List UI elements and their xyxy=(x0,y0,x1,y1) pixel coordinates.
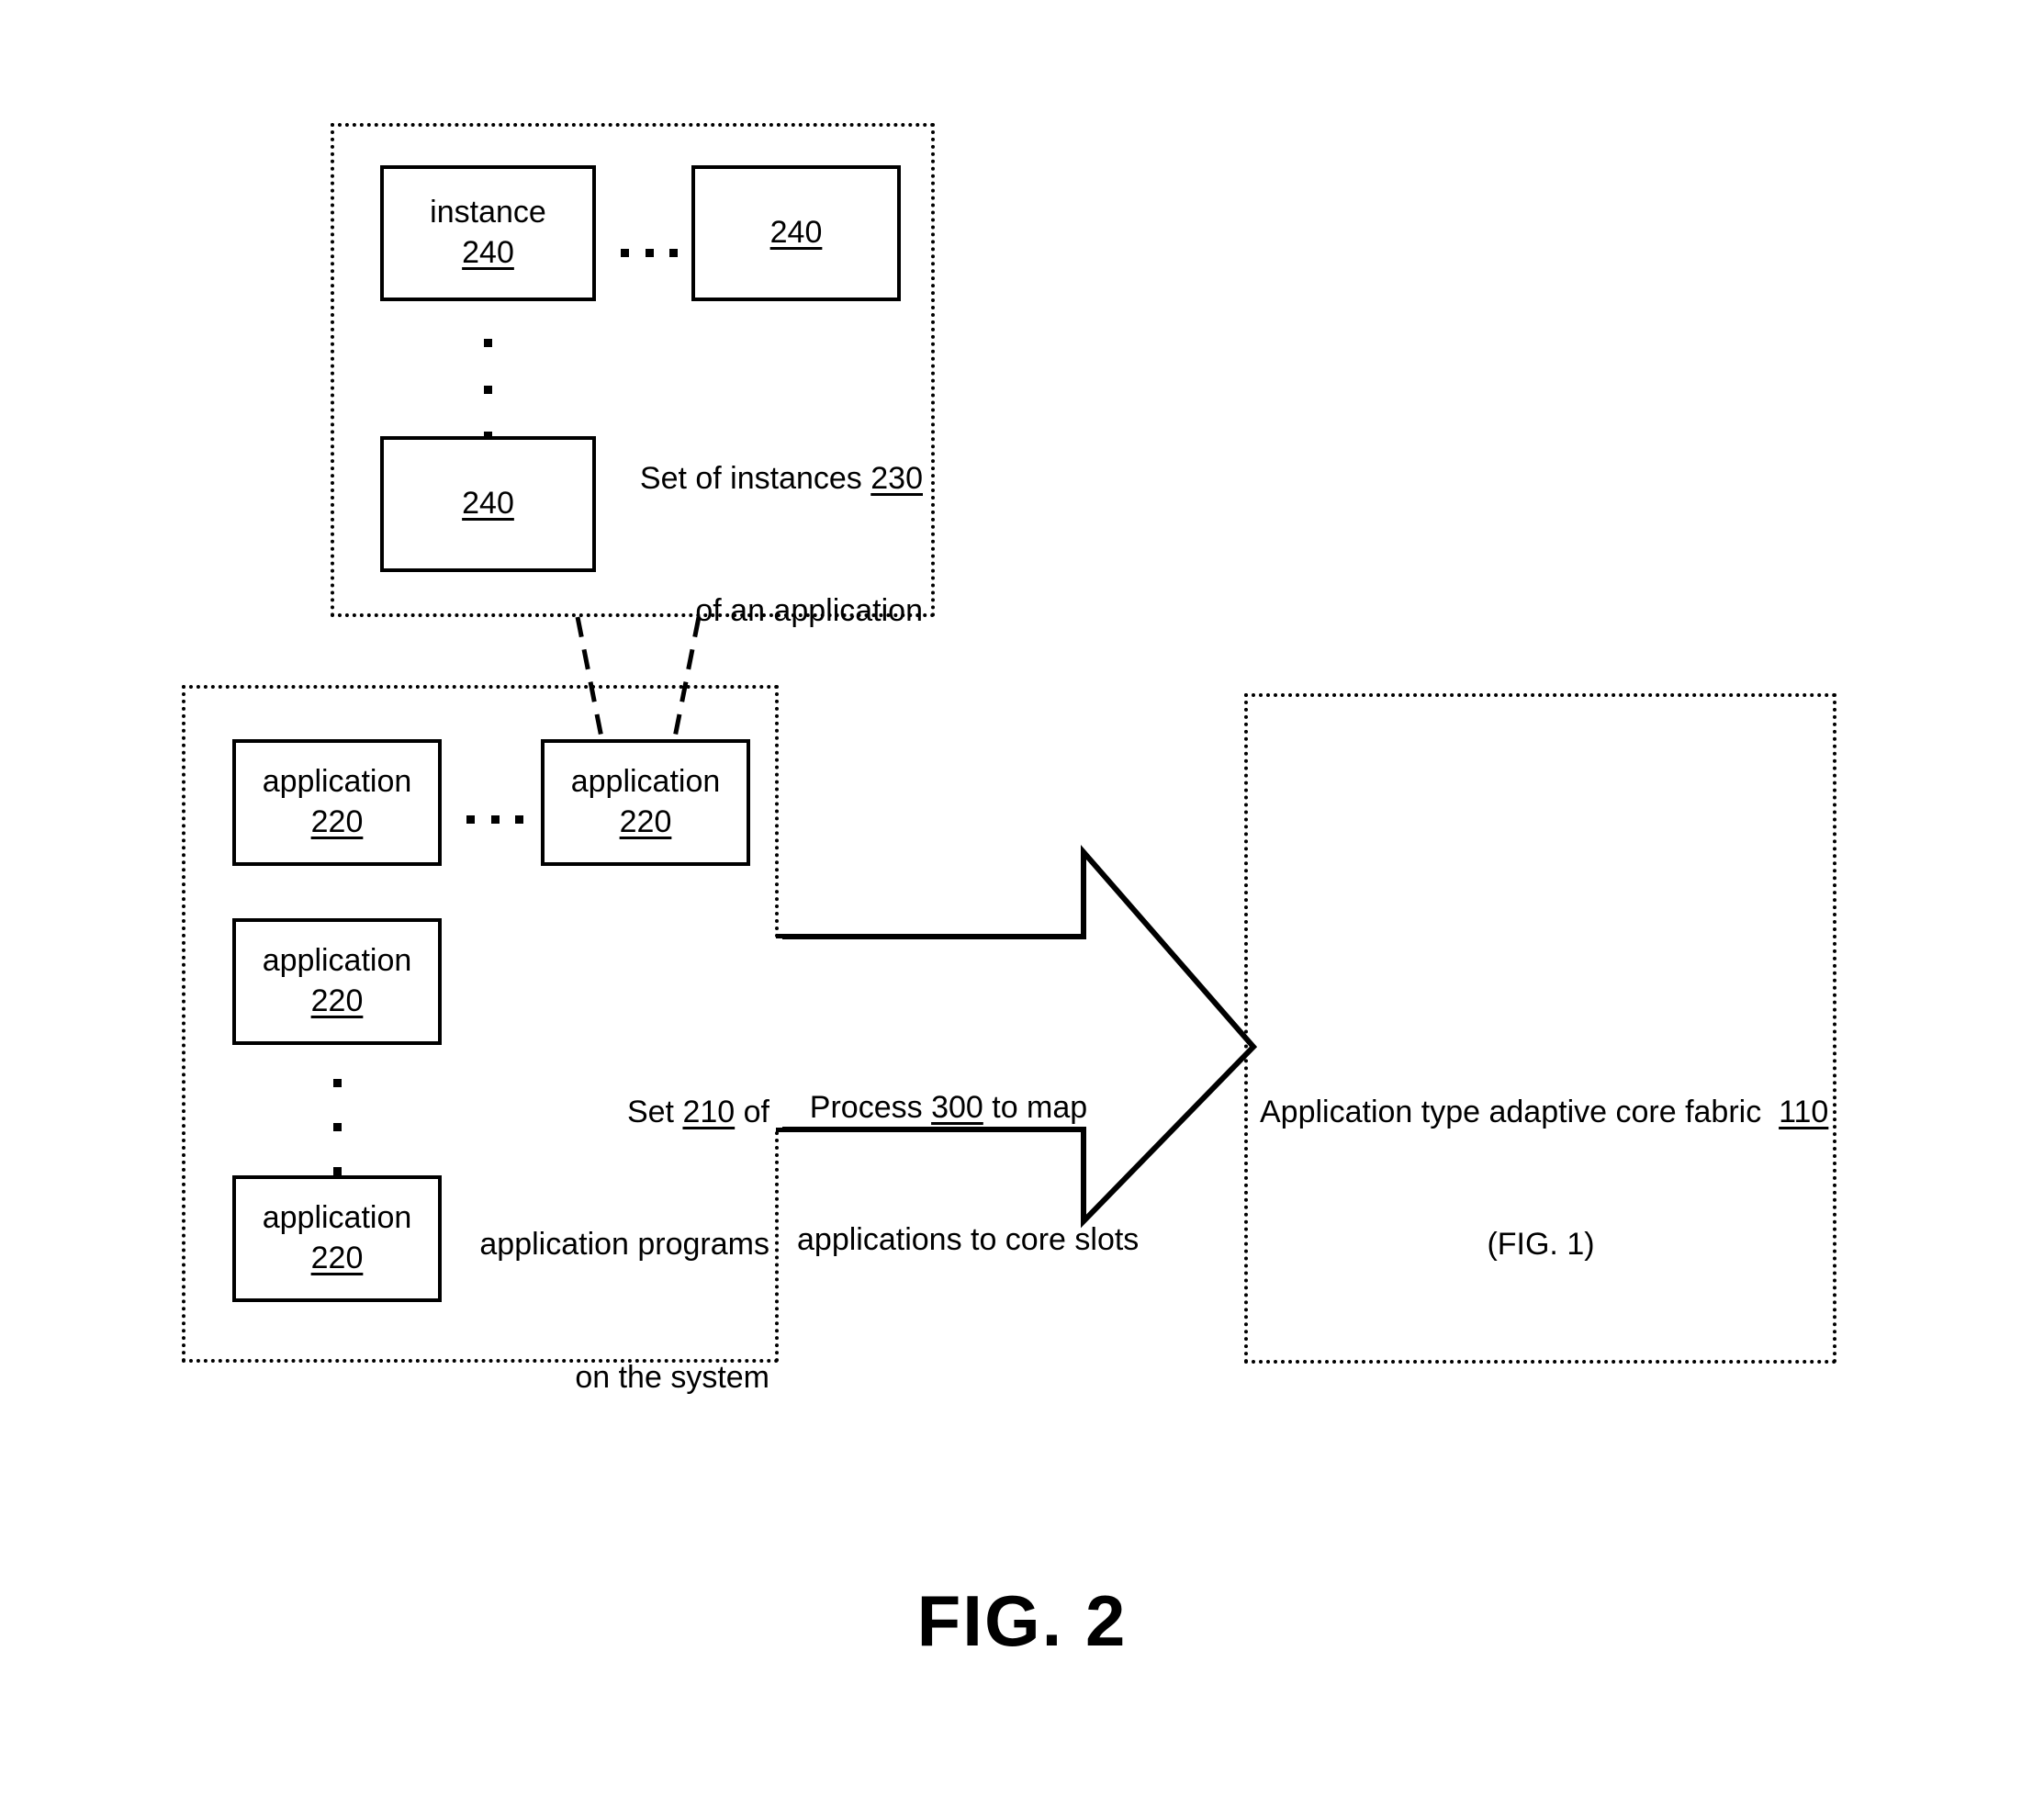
applications-vertical-ellipsis xyxy=(333,1079,342,1175)
process-300-prefix: Process xyxy=(809,1089,932,1125)
set-210-prefix: Set xyxy=(626,1094,683,1129)
application-box-1-ref: 220 xyxy=(310,804,364,839)
ellipsis-dot xyxy=(484,339,492,347)
application-box-2-title: application xyxy=(570,764,721,800)
application-box-3-title: application xyxy=(262,943,412,979)
figure-caption: FIG. 2 xyxy=(916,1580,1128,1661)
ellipsis-dot xyxy=(333,1123,342,1131)
set-of-instances-label-line2: of an application xyxy=(695,593,923,629)
instance-box-3: 240 xyxy=(380,436,596,572)
ellipsis-dot xyxy=(466,815,475,824)
set-210-label-line3: on the system xyxy=(575,1360,769,1396)
instance-box-2: 240 xyxy=(691,165,901,301)
core-fabric-label: Application type adaptive core fabric 11… xyxy=(1260,1001,1828,1355)
set-of-instances-ref: 230 xyxy=(870,460,923,496)
instances-horizontal-ellipsis xyxy=(621,249,678,257)
instance-box-1-ref: 240 xyxy=(462,235,514,270)
instance-box-1: instance 240 xyxy=(380,165,596,301)
instance-box-2-ref: 240 xyxy=(769,215,823,251)
application-box-2: application 220 xyxy=(541,739,750,866)
instance-box-1-title: instance xyxy=(430,195,546,230)
instance-box-3-ref: 240 xyxy=(462,486,514,522)
set-of-instances-label-prefix: Set of instances xyxy=(639,460,871,496)
ellipsis-dot xyxy=(333,1167,342,1175)
application-box-3-ref: 220 xyxy=(310,983,364,1018)
set-210-label-line2: application programs xyxy=(479,1227,769,1263)
ellipsis-dot xyxy=(645,249,654,257)
core-fabric-label-line2: (FIG. 1) xyxy=(1487,1227,1595,1263)
ellipsis-dot xyxy=(669,249,678,257)
application-box-3: application 220 xyxy=(232,918,442,1045)
set-of-instances-label: Set of instances 230 of an application xyxy=(569,367,923,722)
set-of-application-programs-label: Set 210 of application programs on the s… xyxy=(432,1001,769,1488)
core-fabric-label-prefix: Application type adaptive core fabric xyxy=(1260,1094,1780,1129)
ellipsis-dot xyxy=(333,1079,342,1087)
figure-page: instance 240 240 240 Set of instances 23… xyxy=(0,0,2044,1797)
process-300-ref: 300 xyxy=(931,1089,983,1125)
ellipsis-dot xyxy=(490,815,500,824)
ellipsis-dot xyxy=(484,385,492,394)
process-arrow-label-line2: applications to core slots xyxy=(797,1222,1140,1258)
process-300-suffix: to map xyxy=(983,1089,1088,1125)
ellipsis-dot xyxy=(621,249,629,257)
application-box-4-ref: 220 xyxy=(310,1241,364,1275)
application-box-1: application 220 xyxy=(232,739,442,866)
application-box-4-title: application xyxy=(262,1200,412,1236)
application-box-1-title: application xyxy=(262,764,412,800)
ellipsis-dot xyxy=(515,815,523,824)
applications-horizontal-ellipsis xyxy=(466,815,523,824)
application-box-2-ref: 220 xyxy=(619,804,672,839)
instances-vertical-ellipsis xyxy=(484,339,492,440)
core-fabric-ref: 110 xyxy=(1779,1094,1829,1129)
figure-caption-wrap: FIG. 2 xyxy=(0,1579,2044,1663)
set-210-suffix: of xyxy=(735,1094,769,1129)
application-box-4: application 220 xyxy=(232,1175,442,1302)
process-arrow-label: Process 300 to map applications to core … xyxy=(797,996,1140,1351)
set-210-ref: 210 xyxy=(682,1094,736,1129)
